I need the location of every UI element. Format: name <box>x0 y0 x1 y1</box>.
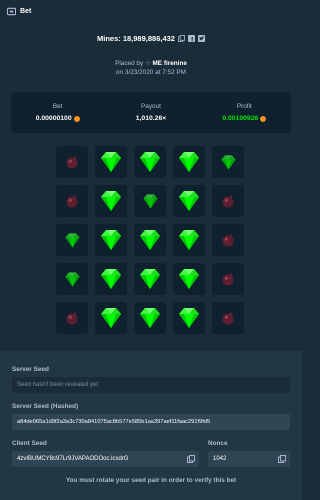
stat-payout: Payout 1,010.26× <box>104 92 197 133</box>
placed-by-info: Placed by ☆ ME firenine on 3/23/2020 at … <box>0 59 302 77</box>
gem-icon <box>179 152 199 172</box>
board-tile <box>95 224 127 256</box>
board-tile <box>56 185 88 217</box>
client-seed-value: 4zvIBUMCY8c97Lr9JVAPAODOoc.lcsdrG <box>17 456 129 462</box>
gem-icon <box>179 191 199 211</box>
gem-icon <box>142 193 158 209</box>
vip-star-icon: ☆ <box>144 60 151 67</box>
board-tile <box>134 224 166 256</box>
board-tile <box>212 263 244 295</box>
gem-icon <box>101 191 121 211</box>
board-tile <box>212 224 244 256</box>
mines-summary: Mines: 18,989,886,432 f <box>0 34 302 43</box>
gem-icon <box>179 230 199 250</box>
nonce-value: 1042 <box>213 456 227 462</box>
mines-label: Mines: 18,989,886,432 <box>97 34 175 43</box>
player-name-link[interactable]: ME firenine <box>152 60 186 67</box>
mine-icon <box>66 312 78 325</box>
bet-stats-panel: Bet 0.00000100 Payout 1,010.26× Profit 0… <box>11 92 291 133</box>
rotate-seed-notice: You must rotate your seed pair in order … <box>65 477 237 484</box>
profit-value: 0.00100926 <box>222 115 259 122</box>
gem-icon <box>101 152 121 172</box>
board-tile <box>212 302 244 334</box>
board-tile <box>56 224 88 256</box>
bet-date: on 3/23/2020 at 7:52 PM <box>116 69 186 76</box>
board-tile <box>95 185 127 217</box>
ticket-icon <box>7 7 16 15</box>
gem-icon <box>179 269 199 289</box>
board-tile <box>95 302 127 334</box>
gem-icon <box>64 232 80 248</box>
copy-icon[interactable] <box>278 455 286 463</box>
board-tile <box>173 185 205 217</box>
stat-bet: Bet 0.00000100 <box>11 92 104 133</box>
board-tile <box>212 146 244 178</box>
mine-icon <box>222 234 234 247</box>
board-tile <box>56 146 88 178</box>
server-seed-label: Server Seed <box>12 366 49 373</box>
gem-icon <box>64 271 80 287</box>
mines-board <box>56 146 246 336</box>
server-seed-field: Seed hasn't been revealed yet <box>12 377 290 393</box>
bet-label: Bet <box>52 103 63 110</box>
gem-icon <box>101 308 121 328</box>
board-tile <box>134 185 166 217</box>
board-tile <box>95 263 127 295</box>
bet-value: 0.00000100 <box>35 115 72 122</box>
server-seed-hashed-field[interactable]: a84de065a1d9f2a3a3c730a841075ac8b577e585… <box>12 414 290 430</box>
gem-icon <box>140 269 160 289</box>
gem-icon <box>101 269 121 289</box>
modal-title: Bet <box>20 7 32 15</box>
copy-icon[interactable] <box>187 455 195 463</box>
client-seed-field[interactable]: 4zvIBUMCY8c97Lr9JVAPAODOoc.lcsdrG <box>12 451 199 467</box>
stat-profit: Profit 0.00100926 <box>198 92 291 133</box>
bitcoin-icon <box>73 115 80 122</box>
board-tile <box>134 302 166 334</box>
payout-label: Payout <box>141 103 161 110</box>
payout-value: 1,010.26× <box>135 115 167 122</box>
mine-icon <box>66 195 78 208</box>
client-seed-label: Client Seed <box>12 440 47 447</box>
mine-icon <box>222 273 234 286</box>
profit-label: Profit <box>236 103 252 110</box>
mine-icon <box>222 312 234 325</box>
facebook-icon[interactable]: f <box>187 35 195 42</box>
gem-icon <box>101 230 121 250</box>
server-seed-hashed-label: Server Seed (Hashed) <box>12 403 79 410</box>
nonce-field[interactable]: 1042 <box>208 451 290 467</box>
board-tile <box>95 146 127 178</box>
twitter-icon[interactable] <box>197 35 205 42</box>
bet-modal-header: Bet <box>0 0 302 22</box>
copy-link-icon[interactable] <box>178 35 185 42</box>
board-tile <box>173 263 205 295</box>
nonce-label: Nonce <box>208 440 228 447</box>
server-seed-hashed-value: a84de065a1d9f2a3a3c730a841075ac8b577e585… <box>17 419 211 425</box>
board-tile <box>173 146 205 178</box>
board-tile <box>173 302 205 334</box>
board-tile <box>56 302 88 334</box>
board-tile <box>134 263 166 295</box>
mine-icon <box>222 195 234 208</box>
board-tile <box>56 263 88 295</box>
server-seed-value: Seed hasn't been revealed yet <box>17 382 98 388</box>
gem-icon <box>140 152 160 172</box>
bitcoin-icon <box>260 115 267 122</box>
gem-icon <box>220 154 236 170</box>
gem-icon <box>140 230 160 250</box>
gem-icon <box>140 308 160 328</box>
board-tile <box>134 146 166 178</box>
placed-by-prefix: Placed by <box>115 60 144 67</box>
mine-icon <box>66 156 78 169</box>
gem-icon <box>179 308 199 328</box>
board-tile <box>212 185 244 217</box>
board-tile <box>173 224 205 256</box>
